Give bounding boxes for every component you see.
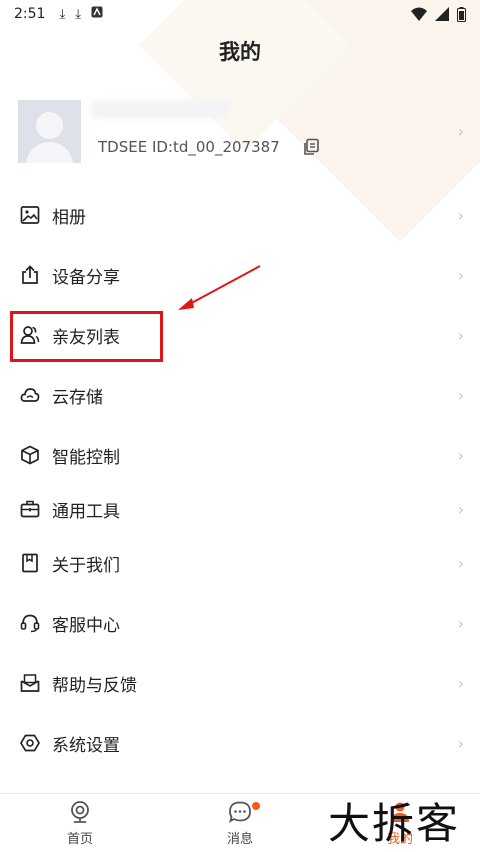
profile-card[interactable]: TDSEE ID:td_00_207387 › (0, 98, 480, 168)
menu-item-general-tools[interactable]: 通用工具 › (0, 484, 480, 534)
menu-item-label: 帮助与反馈 (52, 675, 137, 696)
menu-item-label: 关于我们 (52, 555, 120, 576)
page-title: 我的 (219, 40, 261, 64)
menu-item-label: 云存储 (52, 387, 103, 408)
annotation-highlight-box (10, 311, 163, 362)
menu-item-label: 客服中心 (52, 615, 120, 636)
chevron-right-icon: › (457, 734, 464, 753)
feedback-icon (20, 674, 40, 692)
menu-item-help-feedback[interactable]: 帮助与反馈 › (0, 658, 480, 708)
tab-label: 首页 (66, 832, 93, 847)
menu-item-album[interactable]: 相册 › (0, 190, 480, 240)
download-icon: ⤓ (59, 6, 66, 22)
app-icon (91, 6, 103, 22)
chevron-right-icon: › (457, 206, 464, 225)
menu-item-label: 设备分享 (52, 267, 120, 288)
chevron-right-icon: › (457, 500, 464, 519)
camera-icon (71, 801, 89, 823)
copy-icon[interactable] (302, 138, 320, 156)
menu-item-label: 系统设置 (52, 735, 120, 756)
chevron-right-icon: › (457, 446, 464, 465)
menu-item-about-us[interactable]: 关于我们 › (0, 538, 480, 588)
cube-icon (21, 445, 39, 465)
settings-icon (20, 734, 40, 752)
share-icon (22, 265, 38, 284)
unread-dot (252, 802, 260, 810)
menu-item-label: 智能控制 (52, 447, 120, 468)
chevron-right-icon: › (457, 674, 464, 693)
avatar[interactable] (18, 100, 81, 163)
headset-icon (20, 614, 40, 633)
blurred-username (90, 100, 230, 118)
battery-icon (457, 6, 466, 22)
chevron-right-icon: › (457, 326, 464, 345)
signal-icon (435, 7, 449, 21)
user-id: TDSEE ID:td_00_207387 (98, 138, 280, 156)
status-time: 2:51 (14, 6, 46, 22)
toolbox-icon (20, 500, 40, 518)
chevron-right-icon: › (457, 386, 464, 405)
cloud-icon (20, 388, 40, 402)
wifi-icon (411, 7, 427, 21)
tab-messages[interactable]: 消息 (200, 800, 280, 847)
chevron-right-icon: › (457, 266, 464, 285)
menu-item-label: 通用工具 (52, 501, 120, 522)
status-bar: 2:51 ⤓ ⤓ (0, 0, 480, 28)
menu-item-customer-service[interactable]: 客服中心 › (0, 598, 480, 648)
tab-label: 消息 (226, 832, 253, 847)
download-icon: ⤓ (75, 6, 81, 22)
menu-item-cloud-storage[interactable]: 云存储 › (0, 370, 480, 420)
message-icon (229, 801, 251, 823)
watermark-logo: 大拆客 (328, 799, 461, 848)
annotation-arrow (178, 265, 261, 310)
chevron-right-icon: › (457, 122, 464, 141)
chevron-right-icon: › (457, 614, 464, 633)
menu-item-smart-control[interactable]: 智能控制 › (0, 430, 480, 480)
bookmark-icon (22, 553, 38, 573)
tab-home[interactable]: 首页 (40, 800, 120, 847)
album-icon (20, 206, 40, 224)
menu-item-system-settings[interactable]: 系统设置 › (0, 718, 480, 768)
chevron-right-icon: › (457, 554, 464, 573)
menu-item-label: 相册 (52, 207, 86, 228)
